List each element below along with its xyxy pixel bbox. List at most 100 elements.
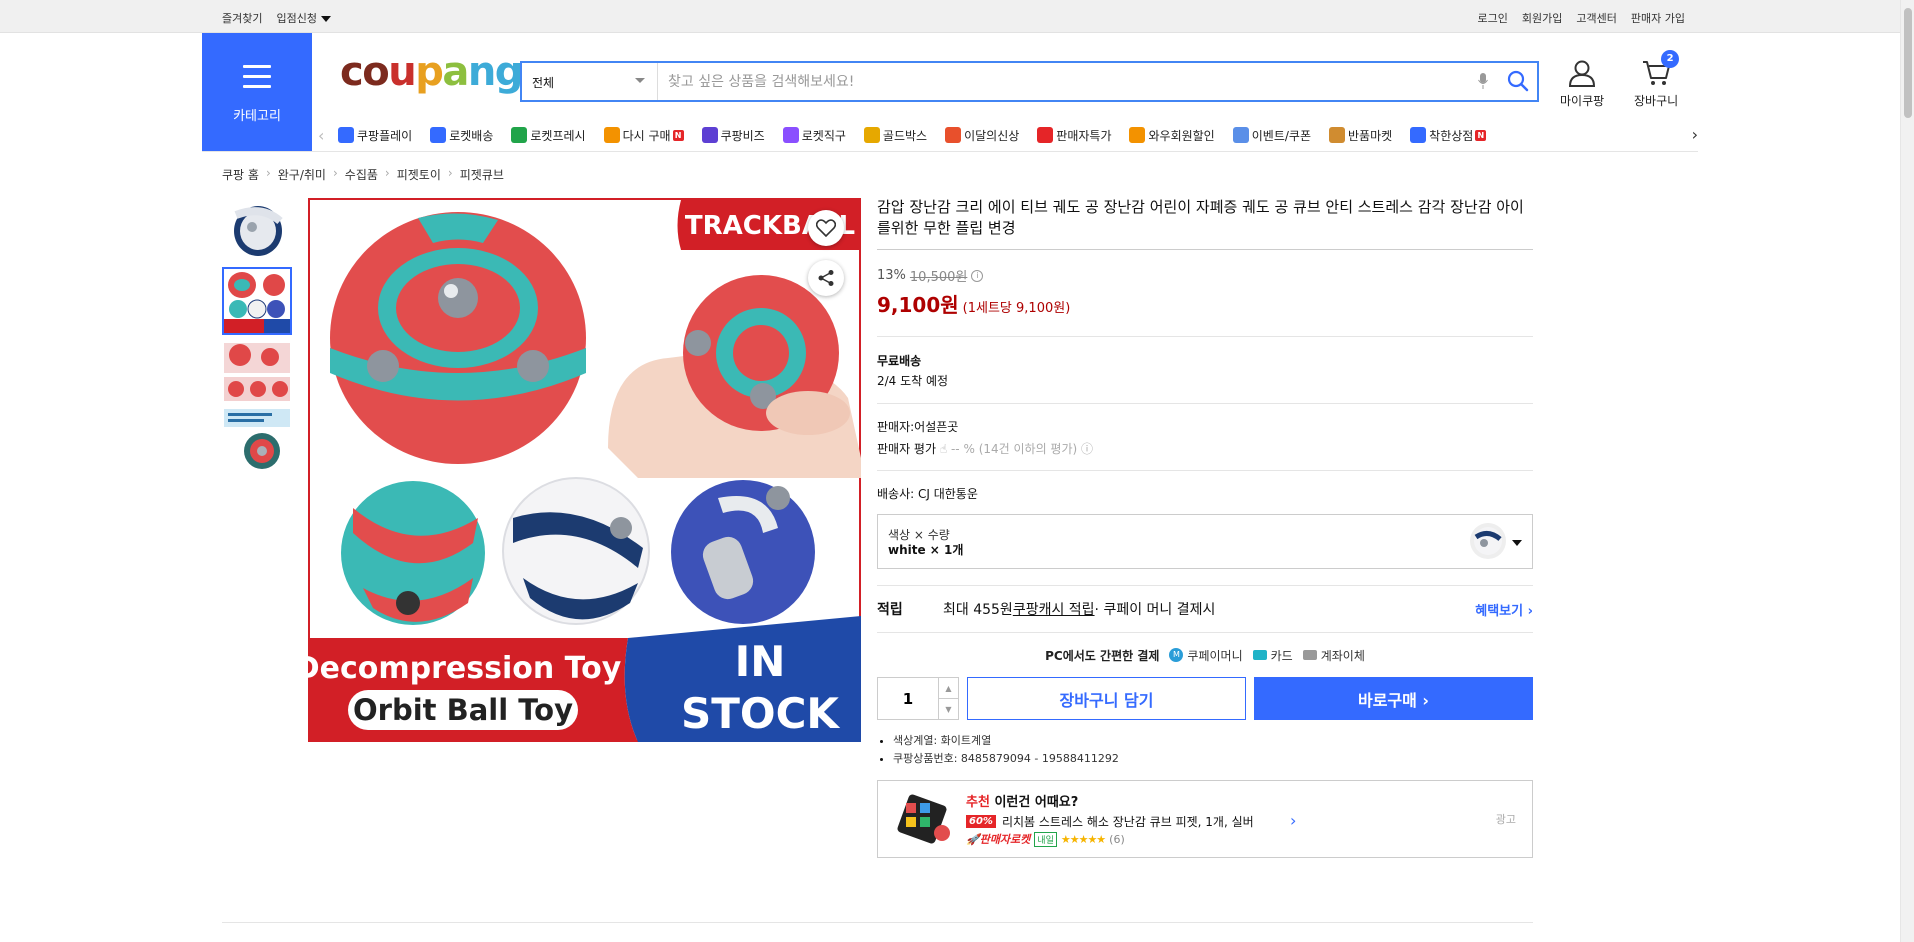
home-icon	[603, 127, 620, 143]
breadcrumb-separator-icon: ›	[447, 166, 453, 180]
coupang-logo[interactable]: coupang	[340, 52, 523, 92]
seller-apply-label: 입점신청	[276, 12, 317, 25]
breadcrumb-item[interactable]: 수집품	[345, 166, 378, 183]
search-input[interactable]	[668, 63, 1458, 100]
card-icon	[1252, 650, 1267, 660]
option-value: white × 1개	[888, 543, 964, 557]
nav-item-label: 이벤트/쿠폰	[1251, 128, 1311, 143]
recommendation-discount: 60%	[966, 815, 996, 828]
payment-title: PC에서도 간편한 결제	[1045, 648, 1160, 663]
free-shipping-label: 무료배송	[877, 354, 922, 368]
benefits-link[interactable]: 혜택보기 ›	[1475, 600, 1533, 619]
category-menu-button[interactable]: 카테고리	[202, 33, 312, 151]
nav-item-0[interactable]: 쿠팡플레이	[338, 127, 412, 144]
share-icon	[818, 270, 834, 286]
breadcrumb-separator-icon: ›	[265, 166, 271, 180]
thumbnail-1[interactable]	[222, 197, 292, 265]
carrier-row: 배송사: CJ 대한통운	[877, 470, 1533, 502]
discount-rate: 13%	[877, 268, 906, 283]
thumbnail-4[interactable]	[222, 407, 292, 475]
category-label: 카테고리	[233, 109, 281, 124]
login-link[interactable]: 로그인	[1478, 10, 1508, 26]
customer-center-link[interactable]: 고객센터	[1576, 10, 1616, 26]
category-nav-strip: ‹ 쿠팡플레이 로켓배송 로켓프레시 다시 구매 N 쿠팡비즈 로켓직구 골드박스 이달의신상 판…	[318, 121, 1698, 149]
nav-item-12[interactable]: 착한상점 N	[1410, 127, 1487, 144]
info-icon[interactable]: i	[971, 269, 984, 282]
main-product-image[interactable]: TRACKBALL Decompression Toy Orbit Ball T…	[308, 198, 861, 742]
coupay-label: 쿠페이머니	[1187, 648, 1243, 663]
nav-item-label: 판매자특가	[1056, 128, 1112, 143]
banner-line-2: Orbit Ball Toy	[353, 693, 573, 727]
points-key: 적립	[877, 602, 903, 618]
info-icon[interactable]: ⓘ	[1081, 442, 1093, 456]
add-to-cart-button[interactable]: 장바구니 담기	[967, 677, 1246, 720]
favorites-link[interactable]: 즐겨찾기	[222, 10, 262, 26]
nav-item-9[interactable]: 와우회원할인	[1129, 127, 1215, 144]
nav-item-6[interactable]: 골드박스	[863, 127, 927, 144]
recommendation-card[interactable]: 추천 이런건 어때요? 60% 리치봄 스트레스 해소 장난감 큐브 피젯, 1…	[877, 780, 1533, 858]
percent-icon	[1037, 127, 1054, 143]
thumbnail-3[interactable]	[222, 337, 292, 405]
nav-item-11[interactable]: 반품마켓	[1328, 127, 1392, 144]
nav-item-label: 로켓직구	[801, 128, 846, 143]
microphone-icon[interactable]	[1478, 73, 1488, 89]
quantity-up-icon[interactable]: ▲	[939, 678, 958, 698]
points-row: 적립 최대 455원 쿠팡캐시 적립 · 쿠페이 머니 결제시 혜택보기 ›	[877, 585, 1533, 633]
share-button[interactable]	[808, 260, 844, 296]
nav-item-5[interactable]: 로켓직구	[782, 127, 846, 144]
chevron-right-icon[interactable]: ›	[1290, 811, 1296, 830]
seller-apply-link[interactable]: 입점신청	[276, 10, 331, 26]
quantity-down-icon[interactable]: ▼	[939, 698, 958, 719]
points-text-2: · 쿠페이 머니 결제시	[1094, 602, 1216, 618]
nav-item-label: 로켓배송	[449, 128, 494, 143]
nav-item-label: 와우회원할인	[1148, 128, 1215, 143]
nav-next-icon[interactable]: ›	[1692, 125, 1698, 144]
product-title: 감압 장난감 크리 에이 티브 궤도 공 장난감 어린이 자폐증 궤도 공 큐브…	[877, 197, 1533, 250]
nav-item-10[interactable]: 이벤트/쿠폰	[1232, 127, 1311, 144]
product-thumbnail-image	[222, 407, 292, 475]
seller-name[interactable]: 판매자:어설픈곳	[877, 416, 1533, 438]
heart-icon	[816, 219, 836, 237]
recommendation-name: 리치봄 스트레스 해소 장난감 큐브 피젯, 1개, 실버	[1001, 815, 1254, 829]
nav-item-label: 착한상점	[1429, 128, 1474, 143]
nav-item-2[interactable]: 로켓프레시	[511, 127, 586, 144]
option-thumbnail	[1470, 523, 1506, 559]
nav-item-7[interactable]: 이달의신상	[945, 127, 1019, 144]
cart-button[interactable]: 2 장바구니	[1634, 50, 1680, 109]
search-category-value: 전체	[532, 76, 555, 90]
thumbnail-2-selected[interactable]	[222, 267, 292, 335]
nav-item-label: 다시 구매	[622, 128, 671, 143]
new-badge: N	[672, 129, 684, 141]
chevron-down-icon	[635, 78, 645, 83]
scrollbar-thumb[interactable]	[1904, 8, 1912, 118]
product-info-panel: 감압 장난감 크리 에이 티브 궤도 공 장난감 어린이 자폐증 궤도 공 큐브…	[877, 197, 1533, 858]
page-scrollbar[interactable]	[1900, 0, 1914, 942]
breadcrumb-item[interactable]: 피젯큐브	[460, 166, 504, 183]
payment-methods: PC에서도 간편한 결제 M 쿠페이머니 카드 계좌이체	[877, 633, 1533, 677]
buy-now-button[interactable]: 바로구매 ›	[1254, 677, 1533, 720]
cart-count-badge: 2	[1661, 50, 1680, 68]
biz-icon	[701, 127, 718, 143]
nav-item-4[interactable]: 쿠팡비즈	[701, 127, 765, 144]
seller-signup-link[interactable]: 판매자 가입	[1631, 10, 1685, 26]
cart-label: 장바구니	[1634, 94, 1679, 108]
breadcrumb-item[interactable]: 완구/취미	[278, 166, 326, 183]
play-icon	[338, 127, 354, 143]
header-divider	[202, 151, 1698, 152]
mypage-button[interactable]: 마이쿠팡	[1560, 58, 1604, 109]
search-category-select[interactable]: 전체	[522, 63, 658, 100]
signup-link[interactable]: 회원가입	[1522, 10, 1562, 26]
quantity-input[interactable]	[878, 678, 938, 719]
nav-item-1[interactable]: 로켓배송	[430, 127, 493, 144]
nav-item-3[interactable]: 다시 구매 N	[603, 127, 684, 144]
search-icon[interactable]	[1507, 70, 1529, 92]
nav-prev-icon[interactable]: ‹	[318, 126, 332, 145]
breadcrumb-item[interactable]: 피젯토이	[397, 166, 441, 183]
wishlist-button[interactable]	[808, 210, 844, 246]
option-selector[interactable]: 색상 × 수량 white × 1개	[877, 514, 1533, 569]
option-label: 색상 × 수량	[888, 528, 950, 542]
nav-item-8[interactable]: 판매자특가	[1037, 127, 1111, 144]
coupay-icon: M	[1169, 648, 1184, 662]
breadcrumb-item[interactable]: 쿠팡 홈	[222, 166, 259, 183]
coupang-cash-link[interactable]: 쿠팡캐시 적립	[1013, 599, 1095, 619]
